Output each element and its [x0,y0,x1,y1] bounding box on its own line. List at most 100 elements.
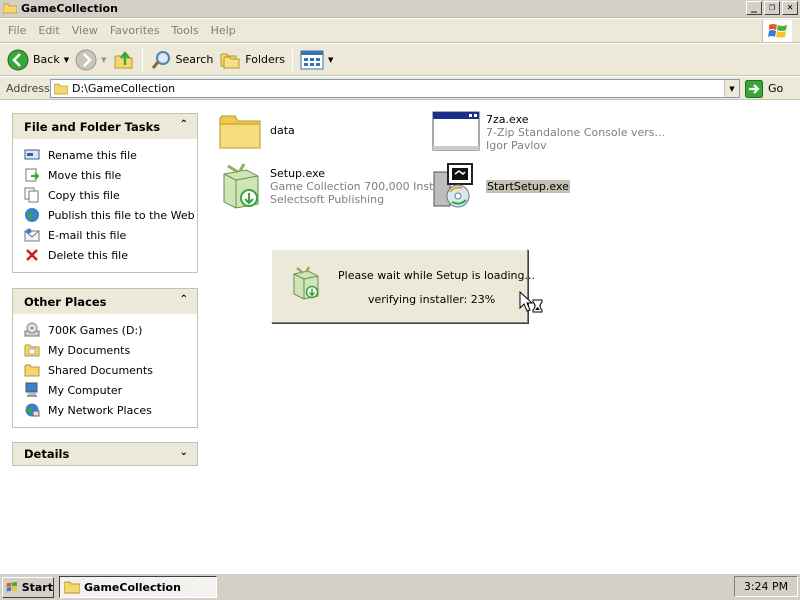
go-label: Go [768,82,784,95]
place-my-documents[interactable]: My Documents [23,340,197,360]
back-label: Back [33,53,60,66]
toolbar: Back ▼ ▼ Search Folders ▼ [0,44,800,76]
installer-box-icon [223,163,259,209]
start-label: Start [21,580,53,594]
search-button[interactable]: Search [147,47,217,73]
file-company: Igor Pavlov [486,138,547,152]
folders-button[interactable]: Folders [216,47,288,73]
task-label: Publish this file to the Web [48,208,195,222]
title-bar[interactable]: GameCollection _ ❐ ✕ [0,0,800,18]
file-company: Selectsoft Publishing [270,192,385,206]
details-pane-header[interactable]: Details ⌄ [12,442,198,466]
file-name: Setup.exe [270,166,326,180]
task-copy-file[interactable]: Copy this file [23,185,197,205]
file-meta: data [270,106,295,154]
start-button[interactable]: Start [2,576,54,598]
place-label: My Computer [48,383,123,397]
email-icon [23,227,41,243]
forward-arrow-icon [75,49,97,70]
file-item-7za[interactable]: 7za.exe 7-Zip Standalone Console vers...… [432,108,665,156]
search-icon [151,50,170,69]
expand-chevron-icon[interactable]: ⌄ [180,448,188,458]
copy-icon [23,187,41,203]
task-label: Copy this file [48,188,120,202]
windows-flag-icon [767,24,787,38]
up-folder-button[interactable] [110,47,138,73]
place-label: My Network Places [48,403,152,417]
go-button[interactable]: Go [745,79,783,98]
menu-view[interactable]: View [66,24,104,37]
address-dropdown-button[interactable]: ▼ [724,80,739,97]
folder-icon [3,3,17,14]
place-my-computer[interactable]: My Computer [23,380,197,400]
menu-tools[interactable]: Tools [166,24,205,37]
forward-button[interactable]: ▼ [72,47,109,73]
task-label: Delete this file [48,248,128,262]
window-title: GameCollection [21,2,118,15]
console-window-icon [432,111,480,151]
windows-flag-icon [6,581,17,592]
go-arrow-icon [745,79,763,98]
pane-title: File and Folder Tasks [24,119,161,134]
dialog-message: Please wait while Setup is loading... [338,269,535,282]
file-item-startsetup[interactable]: StartSetup.exe [432,162,570,210]
views-dropdown-icon[interactable]: ▼ [328,56,333,64]
back-button[interactable]: Back ▼ [4,47,72,73]
windows-logo [762,20,792,42]
pane-body: Rename this file Move this file Copy thi… [13,139,197,269]
back-dropdown-icon[interactable]: ▼ [64,56,69,64]
file-name: StartSetup.exe [486,180,570,193]
folder-icon [64,581,80,593]
address-path: D:\GameCollection [72,82,176,95]
place-label: 700K Games (D:) [48,323,143,337]
setup-loading-dialog: Please wait while Setup is loading... ve… [271,249,535,323]
collapse-chevron-icon[interactable]: ⌃ [180,120,188,130]
network-icon [23,402,41,418]
folder-icon [23,362,41,378]
cd-drive-icon [23,322,41,338]
address-label: Address [6,81,50,95]
system-tray-clock[interactable]: 3:24 PM [734,576,798,597]
close-button[interactable]: ✕ [782,1,798,15]
folders-label: Folders [245,53,286,66]
toolbar-separator [292,48,294,71]
installer-box-icon [293,266,319,300]
address-input[interactable]: D:\GameCollection ▼ [50,79,740,98]
toolbar-separator [141,48,143,71]
minimize-button[interactable]: _ [746,1,762,15]
views-button[interactable]: ▼ [297,47,336,73]
menu-file[interactable]: File [0,24,32,37]
menu-edit[interactable]: Edit [32,24,65,37]
task-rename-file[interactable]: Rename this file [23,145,197,165]
rename-icon [23,147,41,163]
file-description: Game Collection 700,000 Inst... [270,179,444,193]
taskbar: Start GameCollection 3:24 PM [0,573,800,600]
place-cd-drive[interactable]: 700K Games (D:) [23,320,197,340]
pane-title: Other Places [24,294,107,309]
menu-help[interactable]: Help [205,24,242,37]
file-item-data[interactable]: data [216,106,295,154]
place-shared-documents[interactable]: Shared Documents [23,360,197,380]
task-label: E-mail this file [48,228,127,242]
busy-cursor-icon [519,291,543,313]
file-item-setup[interactable]: Setup.exe Game Collection 700,000 Inst..… [216,162,444,210]
folder-icon [219,115,261,149]
folders-icon [220,53,240,68]
task-move-file[interactable]: Move this file [23,165,197,185]
taskbar-window-gamecollection[interactable]: GameCollection [59,576,217,598]
pane-body: 700K Games (D:) My Documents Shared Docu… [13,314,197,424]
maximize-button[interactable]: ❐ [764,1,780,15]
collapse-chevron-icon[interactable]: ⌃ [180,295,188,305]
file-name: data [270,123,295,137]
forward-dropdown-icon[interactable]: ▼ [101,56,106,64]
task-delete-file[interactable]: Delete this file [23,245,197,265]
place-network[interactable]: My Network Places [23,400,197,420]
folder-view[interactable]: File and Folder Tasks ⌃ Rename this file… [0,101,800,573]
menu-favorites[interactable]: Favorites [104,24,166,37]
dialog-progress-text: verifying installer: 23% [368,293,496,306]
folder-icon [23,342,41,358]
other-places-header[interactable]: Other Places ⌃ [13,289,197,314]
file-folder-tasks-header[interactable]: File and Folder Tasks ⌃ [13,114,197,139]
task-email-file[interactable]: E-mail this file [23,225,197,245]
task-publish-web[interactable]: Publish this file to the Web [23,205,197,225]
